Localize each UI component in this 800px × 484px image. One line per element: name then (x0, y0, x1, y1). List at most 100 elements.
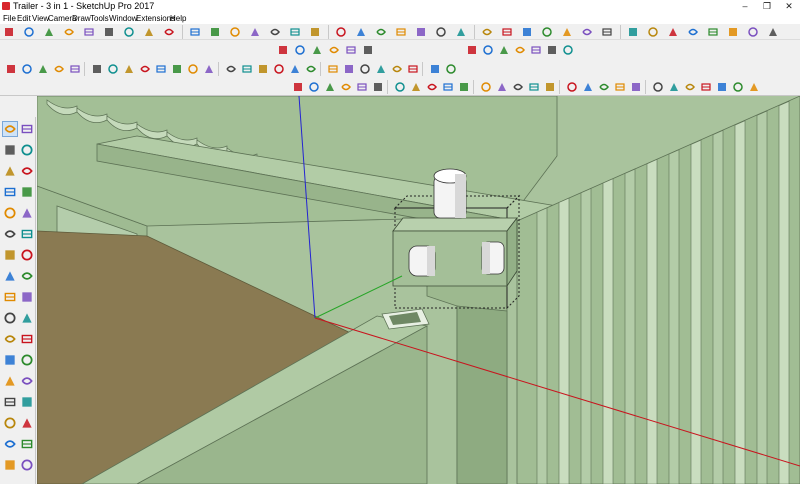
menu-file[interactable]: File (3, 13, 16, 24)
unhide-icon[interactable] (442, 81, 454, 93)
arc-tool-icon[interactable] (3, 227, 17, 241)
zoom-extents-tool-icon[interactable] (20, 395, 34, 409)
select-tool-icon[interactable] (2, 121, 18, 137)
zoom-window-icon[interactable] (455, 26, 467, 38)
walk-tool-icon[interactable] (3, 437, 17, 451)
plugin-b-icon[interactable] (667, 26, 679, 38)
iso-view-icon[interactable] (277, 44, 289, 56)
tape-measure-tool-icon[interactable] (3, 311, 17, 325)
solid-intersect-icon[interactable] (187, 63, 199, 75)
close-button[interactable]: ✕ (778, 0, 800, 13)
add-detail-icon[interactable] (305, 63, 317, 75)
stamp-icon[interactable] (273, 63, 285, 75)
unlock-icon[interactable] (410, 81, 422, 93)
eraser-tool-icon[interactable] (20, 143, 34, 157)
layers-icon[interactable] (123, 63, 135, 75)
rotate-icon[interactable] (189, 26, 201, 38)
polygon-icon[interactable] (103, 26, 115, 38)
green-axis-icon[interactable] (372, 81, 384, 93)
plugin-g-icon[interactable] (767, 26, 779, 38)
back-edges-icon[interactable] (482, 44, 494, 56)
plugin-d-icon[interactable] (707, 26, 719, 38)
menu-view[interactable]: View (32, 13, 49, 24)
maximize-button[interactable]: ❐ (756, 0, 778, 13)
section-plane-tool-icon[interactable] (20, 437, 34, 451)
eraser-icon[interactable] (395, 26, 407, 38)
purge-icon[interactable] (598, 81, 610, 93)
section-icon[interactable] (355, 26, 367, 38)
model-info-icon[interactable] (5, 63, 17, 75)
intersect-faces-icon[interactable] (512, 81, 524, 93)
paint-bucket-tool-icon[interactable] (3, 143, 17, 157)
freehand-icon[interactable] (123, 26, 135, 38)
text-icon[interactable] (289, 26, 301, 38)
solid-subtract-icon[interactable] (155, 63, 167, 75)
paint-icon[interactable] (375, 26, 387, 38)
front-view-icon[interactable] (311, 44, 323, 56)
redo-icon[interactable] (700, 81, 712, 93)
follow-me-tool-icon[interactable] (20, 269, 34, 283)
right-view-icon[interactable] (328, 44, 340, 56)
warehouse-icon[interactable] (343, 63, 355, 75)
dimension-tool-icon[interactable] (20, 311, 34, 325)
smoove-icon[interactable] (257, 63, 269, 75)
help-icon[interactable] (716, 81, 728, 93)
axes-tool-icon[interactable] (3, 353, 17, 367)
select-icon[interactable] (415, 26, 427, 38)
eye-tool-icon[interactable] (20, 458, 34, 472)
pan-icon[interactable] (521, 26, 533, 38)
warning-icon[interactable] (732, 81, 744, 93)
pie-tool-icon[interactable] (20, 227, 34, 241)
follow-me-icon[interactable] (3, 26, 15, 38)
zoom-tool-icon[interactable] (3, 395, 17, 409)
explode-icon[interactable] (480, 81, 492, 93)
position-camera-tool-icon[interactable] (3, 416, 17, 430)
info-icon[interactable] (748, 81, 760, 93)
sandbox-icon[interactable] (241, 63, 253, 75)
circle-tool-icon[interactable] (3, 206, 17, 220)
look-around-tool-icon[interactable] (20, 416, 34, 430)
solid-outer-shell-icon[interactable] (225, 63, 237, 75)
polygon-tool-icon[interactable] (20, 206, 34, 220)
fog-icon[interactable] (107, 63, 119, 75)
pan-tool-icon[interactable] (20, 374, 34, 388)
back-view-icon[interactable] (345, 44, 357, 56)
three-point-arc-icon[interactable] (63, 26, 75, 38)
offset-tool-icon[interactable] (20, 290, 34, 304)
scale-tool-icon[interactable] (3, 290, 17, 304)
drape-icon[interactable] (289, 63, 301, 75)
xray-icon[interactable] (466, 44, 478, 56)
protractor-tool-icon[interactable] (3, 332, 17, 346)
next-view-icon[interactable] (627, 26, 639, 38)
pushpull-icon[interactable] (229, 26, 241, 38)
model-viewport[interactable] (37, 96, 800, 484)
plugin-a-icon[interactable] (647, 26, 659, 38)
wireframe-icon[interactable] (498, 44, 510, 56)
rectangle-tool-icon[interactable] (3, 185, 17, 199)
geo-location-icon[interactable] (407, 63, 419, 75)
shadows-icon[interactable] (91, 63, 103, 75)
reverse-faces-icon[interactable] (528, 81, 540, 93)
solid-union-icon[interactable] (139, 63, 151, 75)
look-around-icon[interactable] (561, 26, 573, 38)
pie-icon[interactable] (43, 26, 55, 38)
orient-faces-icon[interactable] (544, 81, 556, 93)
print-icon[interactable] (668, 81, 680, 93)
orbit-icon[interactable] (501, 26, 513, 38)
share-model-icon[interactable] (375, 63, 387, 75)
undo-icon[interactable] (684, 81, 696, 93)
solid-split-icon[interactable] (203, 63, 215, 75)
measure-icon[interactable] (308, 81, 320, 93)
select-small-icon[interactable] (292, 81, 304, 93)
protractor-icon[interactable] (269, 26, 281, 38)
tape-icon[interactable] (249, 26, 261, 38)
shaded-icon[interactable] (530, 44, 542, 56)
soften-icon[interactable] (566, 81, 578, 93)
photo-texture-icon[interactable] (429, 63, 441, 75)
plugin-c-icon[interactable] (687, 26, 699, 38)
monochrome-icon[interactable] (562, 44, 574, 56)
group-icon[interactable] (458, 81, 470, 93)
text-tool-icon[interactable] (20, 332, 34, 346)
push-pull-tool-icon[interactable] (3, 269, 17, 283)
hidden-line-icon[interactable] (514, 44, 526, 56)
